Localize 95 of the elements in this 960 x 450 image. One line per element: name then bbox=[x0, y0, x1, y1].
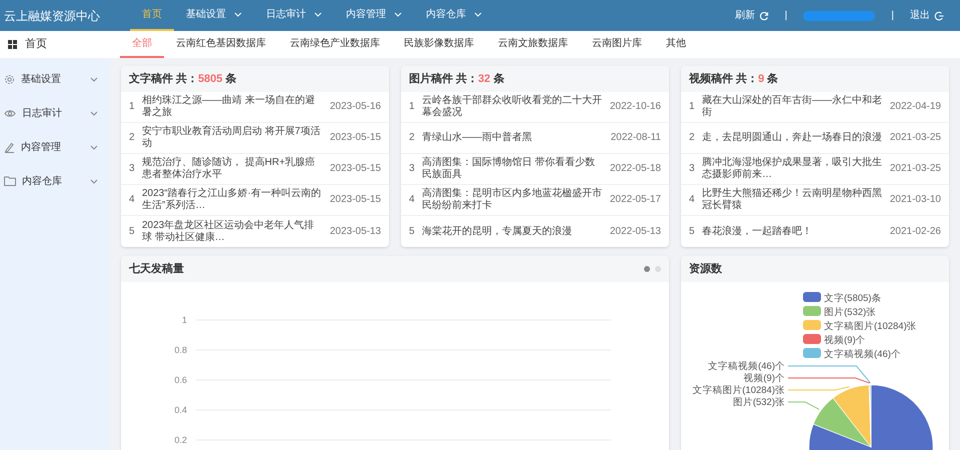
row-number: 2 bbox=[409, 132, 416, 144]
article-date: 2023-05-13 bbox=[330, 226, 381, 238]
article-link[interactable]: 藏在大山深处的百年古街——永仁中和老街 bbox=[702, 95, 884, 119]
tab[interactable]: 云南红色基因数据库 bbox=[164, 31, 278, 58]
row-number: 2 bbox=[129, 132, 136, 144]
nav-item[interactable]: 基础设置 bbox=[174, 0, 254, 31]
nav-item[interactable]: 日志审计 bbox=[254, 0, 334, 31]
sidebar-item[interactable]: 内容管理 bbox=[0, 130, 110, 164]
article-date: 2022-04-19 bbox=[890, 101, 941, 113]
separator: | bbox=[891, 9, 894, 23]
article-link[interactable]: 春花浪漫，一起踏春吧！ bbox=[702, 226, 884, 238]
article-link[interactable]: 高清图集：国际博物馆日 带你看看少数民族面具 bbox=[422, 157, 604, 181]
row-number: 1 bbox=[409, 101, 416, 113]
sidebar-item[interactable]: 基础设置 bbox=[0, 62, 110, 96]
article-link[interactable]: 安宁市职业教育活动周启动 将开展7项活动 bbox=[142, 126, 324, 150]
article-link[interactable]: 2023“踏春行之江山多娇·有一种叫云南的生活”系列活… bbox=[142, 188, 324, 212]
article-link[interactable]: 走，去昆明圆通山，奔赴一场春日的浪漫 bbox=[702, 132, 884, 144]
row-number: 1 bbox=[129, 101, 136, 113]
chevron-down-icon bbox=[90, 178, 98, 184]
card-title: 文字稿件 共：5805 条 bbox=[129, 72, 237, 87]
separator: | bbox=[784, 9, 788, 23]
slice-label: 图片(532)张 bbox=[732, 397, 785, 408]
tab[interactable]: 民族影像数据库 bbox=[392, 31, 486, 58]
tab[interactable]: 云南文旅数据库 bbox=[486, 31, 580, 58]
grid-icon bbox=[8, 40, 17, 49]
article-date: 2022-08-11 bbox=[610, 132, 661, 144]
row-number: 5 bbox=[409, 226, 416, 238]
article-link[interactable]: 高清图集：昆明市区内多地蓝花楹盛开市民纷纷前来打卡 bbox=[422, 188, 604, 212]
article-link[interactable]: 云岭各族干部群众收听收看党的二十大开幕会盛况 bbox=[422, 95, 604, 119]
article-date: 2023-05-15 bbox=[330, 132, 381, 144]
row-number: 1 bbox=[689, 101, 696, 113]
article-date: 2021-02-26 bbox=[890, 226, 941, 238]
axis-tick-label: 0.6 bbox=[174, 375, 187, 385]
article-link[interactable]: 海棠花开的昆明，专属夏天的浪漫 bbox=[422, 226, 604, 238]
article-date: 2021-03-25 bbox=[890, 163, 941, 175]
nav-item[interactable]: 内容管理 bbox=[334, 0, 414, 31]
article-date: 2022-05-18 bbox=[610, 163, 661, 175]
article-date: 2023-05-16 bbox=[330, 101, 381, 113]
refresh-icon bbox=[758, 10, 769, 20]
article-date: 2023-05-15 bbox=[330, 194, 381, 206]
axis-tick-label: 0.4 bbox=[174, 405, 187, 415]
row-number: 4 bbox=[409, 194, 416, 206]
article-link[interactable]: 2023年盘龙区社区运动会中老年人气排球 带动社区健康… bbox=[142, 220, 324, 244]
card-title: 七天发稿量 bbox=[129, 262, 184, 277]
axis-tick-label: 0.2 bbox=[174, 435, 187, 445]
logout-icon bbox=[934, 10, 944, 20]
pen-icon bbox=[4, 142, 15, 152]
article-date: 2021-03-25 bbox=[890, 132, 941, 144]
nav-item[interactable]: 内容仓库 bbox=[414, 0, 494, 31]
card-title: 视频稿件 共：9 条 bbox=[689, 72, 778, 87]
slice-label: 视频(9)个 bbox=[743, 373, 785, 384]
axis-tick-label: 1 bbox=[182, 315, 187, 325]
row-number: 3 bbox=[129, 163, 136, 175]
legend-label[interactable]: 文字稿视频(46)个 bbox=[824, 349, 901, 360]
article-link[interactable]: 比野生大熊猫还稀少！云南明星物种西黑冠长臂猿 bbox=[702, 188, 884, 212]
article-link[interactable]: 规范治疗、随诊随访， 提高HR+乳腺癌患者整体治疗水平 bbox=[142, 157, 324, 181]
row-number: 3 bbox=[409, 163, 416, 175]
row-number: 5 bbox=[689, 226, 696, 238]
eye-icon bbox=[4, 108, 16, 118]
legend-label[interactable]: 文字稿图片(10284)张 bbox=[824, 321, 917, 332]
row-number: 3 bbox=[689, 163, 696, 175]
refresh-button[interactable]: 刷新 bbox=[734, 8, 769, 23]
row-number: 5 bbox=[129, 226, 136, 238]
tab[interactable]: 云南图片库 bbox=[580, 31, 654, 58]
sidebar-item[interactable]: 日志审计 bbox=[0, 96, 110, 130]
slice-label: 文字稿视频(46)个 bbox=[708, 361, 785, 372]
sidebar-item[interactable]: 内容仓库 bbox=[0, 164, 110, 198]
card-title: 资源数 bbox=[689, 262, 722, 277]
article-date: 2021-03-10 bbox=[890, 194, 941, 206]
article-date: 2023-05-15 bbox=[330, 163, 381, 175]
article-link[interactable]: 腾冲北海湿地保护成果显著，吸引大批生态摄影师前来… bbox=[702, 157, 884, 181]
legend-label[interactable]: 图片(532)张 bbox=[824, 307, 876, 318]
chevron-down-icon bbox=[90, 76, 98, 82]
article-link[interactable]: 青绿山水——雨中普者黑 bbox=[422, 132, 605, 144]
row-number: 4 bbox=[129, 194, 136, 206]
slice-label: 文字稿图片(10284)张 bbox=[692, 385, 785, 396]
article-date: 2022-10-16 bbox=[610, 101, 661, 113]
article-link[interactable]: 相约珠江之源——曲靖 来一场自在的避暑之旅 bbox=[142, 95, 324, 119]
card-title: 图片稿件 共：32 条 bbox=[409, 72, 504, 87]
row-number: 4 bbox=[689, 194, 696, 206]
gear-icon bbox=[4, 74, 15, 84]
article-date: 2022-05-13 bbox=[610, 226, 661, 238]
tab[interactable]: 其他 bbox=[654, 31, 698, 58]
article-date: 2022-05-17 bbox=[610, 194, 661, 206]
tab[interactable]: 云南绿色产业数据库 bbox=[278, 31, 392, 58]
folder-icon bbox=[4, 176, 16, 186]
chevron-down-icon bbox=[90, 144, 98, 150]
row-number: 2 bbox=[689, 132, 696, 144]
axis-tick-label: 0.8 bbox=[174, 345, 187, 355]
sidebar-home[interactable]: 首页 bbox=[0, 31, 110, 58]
app-title: 云上融媒资源中心 bbox=[3, 8, 101, 24]
logout-button[interactable]: 退出 bbox=[910, 8, 944, 23]
legend-label[interactable]: 视频(9)个 bbox=[824, 335, 866, 346]
legend-label[interactable]: 文字(5805)条 bbox=[824, 293, 882, 304]
chevron-down-icon bbox=[90, 110, 98, 116]
